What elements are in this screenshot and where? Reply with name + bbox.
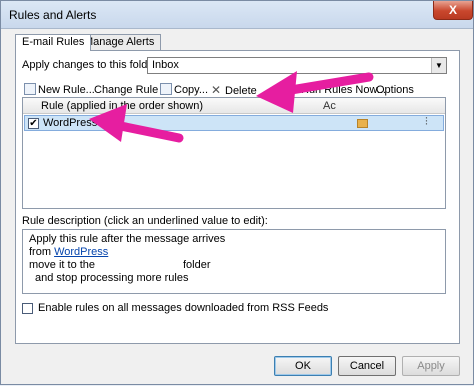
rss-rules-checkbox[interactable] [22,303,33,314]
folder-icon [357,119,368,128]
copy-icon [160,83,172,95]
rule-description-box: Apply this rule after the message arrive… [22,229,446,294]
description-line-3: move it to the folder [29,259,211,271]
run-rules-label: Run Rules Now... [301,84,386,96]
change-rule-label: Change Rule [94,84,159,96]
rules-and-alerts-window: Rules and Alerts X E-mail Rules Manage A… [0,0,474,385]
description-line-2: from WordPress [29,246,108,258]
description-folder-text: folder [183,259,211,271]
rule-description-label: Rule description (click an underlined va… [22,215,268,227]
new-rule-icon [24,83,36,95]
apply-button[interactable]: Apply [402,356,460,376]
window-title: Rules and Alerts [9,8,97,22]
folder-select-value: Inbox [152,59,179,71]
cancel-button[interactable]: Cancel [338,356,396,376]
rule-column-header[interactable]: Rule (applied in the order shown) [41,100,203,112]
description-line-1: Apply this rule after the message arrive… [29,233,226,245]
rules-list[interactable]: Rule (applied in the order shown) Ac ✔ W… [22,97,446,209]
rss-rules-label: Enable rules on all messages downloaded … [38,302,329,314]
from-wordpress-link[interactable]: WordPress [54,246,108,258]
description-move-text: move it to the [29,259,96,271]
tab-email-rules[interactable]: E-mail Rules [15,34,92,51]
folder-select[interactable]: Inbox ▼ [147,57,447,74]
title-bar[interactable]: Rules and Alerts X [1,1,473,29]
rule-actions-icon: ⫶ [425,116,428,128]
rule-name: WordPress [43,117,98,129]
rule-row-wordpress[interactable]: ✔ WordPress ⫶ [24,115,444,131]
close-button[interactable]: X [433,1,473,20]
rules-list-header[interactable]: Rule (applied in the order shown) Ac [23,98,445,114]
description-line-4: and stop processing more rules [35,272,189,284]
ok-button[interactable]: OK [274,356,332,376]
actions-column-header[interactable]: Ac [323,100,336,112]
options-label: Options [376,84,414,96]
delete-icon: ✕ [211,83,222,97]
new-rule-label: New Rule... [38,84,95,96]
apply-folder-label: Apply changes to this folder: [22,59,161,71]
rule-enabled-checkbox[interactable]: ✔ [28,118,39,129]
chevron-down-icon[interactable]: ▼ [431,58,446,73]
copy-label: Copy... [174,84,209,96]
delete-label: Delete [225,85,257,97]
description-from-text: from [29,246,55,258]
